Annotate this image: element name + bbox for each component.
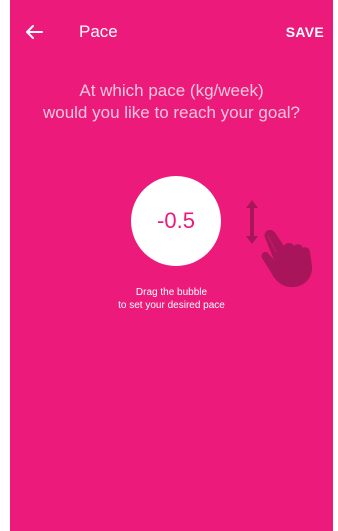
save-button[interactable]: SAVE (286, 23, 324, 41)
hand-drag-up-down-icon (246, 200, 313, 288)
pace-screen: Pace SAVE At which pace (kg/week) would … (10, 0, 333, 531)
drag-hint-line-1: Drag the bubble (135, 287, 208, 298)
drag-hint-line-2: to set your desired pace (118, 300, 225, 311)
pace-bubble[interactable]: -0.5 (131, 176, 221, 266)
pace-question-line-2: would you like to reach your goal? (42, 103, 301, 122)
back-button[interactable] (20, 18, 48, 46)
toolbar: Pace SAVE (10, 0, 333, 62)
pace-value: -0.5 (157, 208, 195, 233)
page-title: Pace (79, 22, 118, 41)
drag-hint: Drag the bubble to set your desired pace (10, 286, 333, 312)
pace-question-line-1: At which pace (kg/week) (79, 81, 264, 100)
pace-question: At which pace (kg/week) would you like t… (10, 80, 333, 124)
arrow-left-icon (26, 25, 43, 39)
